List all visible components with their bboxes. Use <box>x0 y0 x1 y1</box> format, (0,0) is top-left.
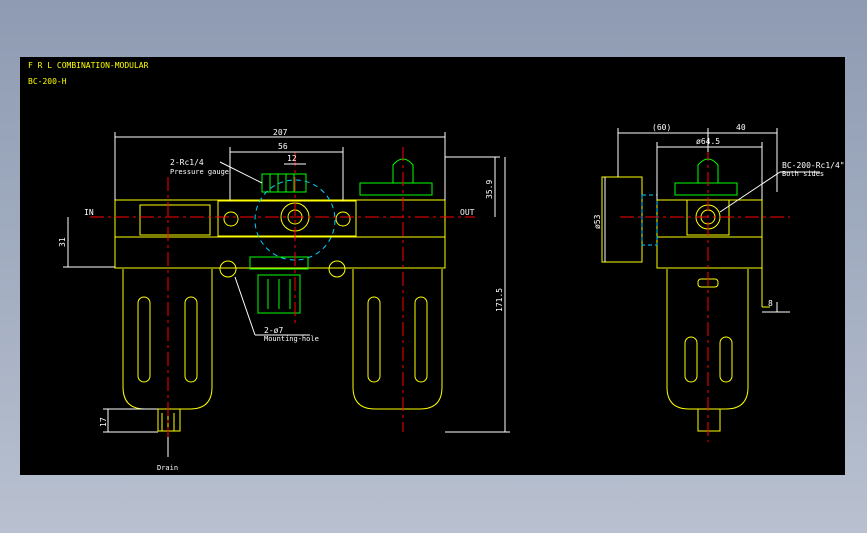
side-gauge <box>601 176 643 263</box>
drawing-title: F R L COMBINATION-MODULAR <box>28 61 149 70</box>
dim-side-depth-right: 40 <box>736 123 746 132</box>
label-mounting-note: Mounting-hole <box>264 335 319 343</box>
label-side-port: BC-200-Rc1/4" <box>782 161 845 170</box>
drain-valve <box>157 408 181 432</box>
label-side-port-note: Both sides <box>782 170 824 178</box>
label-gauge-note: Pressure gauge <box>170 168 229 176</box>
dim-total-height: 171.5 <box>495 288 504 312</box>
label-drain: Drain <box>157 464 178 472</box>
cad-drawing-canvas: F R L COMBINATION-MODULAR BC-200-H 207 5… <box>20 57 845 475</box>
label-mounting-holes: 2-ø7 <box>264 326 283 335</box>
mounting-hole-left <box>219 260 237 278</box>
dim-gauge-port: 12 <box>287 154 297 163</box>
side-drain <box>697 408 721 432</box>
dim-overall-width: 207 <box>273 128 288 137</box>
dim-inlet-height: 31 <box>58 237 67 247</box>
lubricator-cap <box>359 182 433 196</box>
label-inlet: IN <box>84 208 94 217</box>
lubricator-bowl <box>352 269 443 410</box>
regulator-knob-ring <box>249 256 309 270</box>
dim-gauge-dia: ø53 <box>593 214 602 229</box>
dim-drain: 17 <box>99 417 108 427</box>
dim-bracket: 8 <box>768 299 773 308</box>
header-body <box>114 199 446 269</box>
label-gauge-port: 2-Rc1/4 <box>170 158 204 167</box>
drawing-model: BC-200-H <box>28 77 67 86</box>
gauge-port-knob <box>261 173 307 193</box>
dim-port-height: 35.9 <box>485 180 494 199</box>
frl-drawing: F R L COMBINATION-MODULAR BC-200-H 207 5… <box>28 61 845 472</box>
regulator-body <box>217 200 357 237</box>
dim-regulator-width: 56 <box>278 142 288 151</box>
mounting-hole-right <box>328 260 346 278</box>
dim-side-depth-left: (60) <box>652 123 671 132</box>
label-outlet: OUT <box>460 208 475 217</box>
dim-bowl-dia: ø64.5 <box>696 137 720 146</box>
side-cap <box>674 182 738 196</box>
front-view <box>63 132 510 457</box>
